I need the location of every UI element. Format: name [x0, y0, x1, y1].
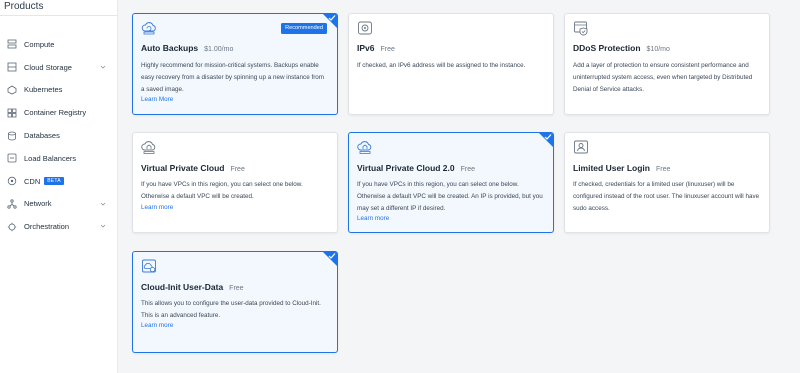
storage-icon [7, 62, 17, 72]
orchestration-icon [7, 222, 17, 232]
beta-badge: BETA [44, 177, 64, 186]
selected-check-icon [539, 133, 553, 147]
ipv6-icon [358, 21, 372, 35]
card-price: $10/mo [646, 46, 670, 53]
card-price: Free [380, 46, 395, 53]
sidebar-item-compute[interactable]: Compute [0, 33, 117, 56]
backup-cloud-icon [141, 22, 156, 35]
card-title: IPv6 Free [357, 43, 395, 53]
card-description: If you have VPCs in this region, you can… [357, 181, 543, 212]
card-title-text: Virtual Private Cloud 2.0 [357, 163, 455, 173]
sidebar-item-load-balancers[interactable]: Load Balancers [0, 147, 117, 170]
card-description: Add a layer of protection to ensure cons… [573, 62, 753, 93]
sidebar-nav: Compute Cloud Storage Kubernetes Contain… [0, 33, 117, 238]
sidebar-item-label: Load Balancers [24, 153, 77, 163]
sidebar-item-container-registry[interactable]: Container Registry [0, 101, 117, 124]
card-price: $1.00/mo [204, 46, 234, 53]
cloud-init-icon [142, 259, 156, 273]
database-icon [7, 131, 17, 141]
card-title-text: Virtual Private Cloud [141, 163, 225, 173]
sidebar-item-databases[interactable]: Databases [0, 124, 117, 147]
feature-card-auto-backups[interactable]: Recommended Auto Backups $1.00/mo Highly … [132, 13, 338, 115]
selected-check-icon [323, 252, 337, 266]
sidebar-item-label: Network [24, 199, 52, 209]
card-description: If checked, credentials for a limited us… [573, 181, 760, 212]
server-icon [7, 39, 17, 49]
vpc-cloud-icon [141, 141, 156, 154]
card-title-text: Auto Backups [141, 43, 199, 53]
recommended-badge: Recommended [281, 23, 327, 34]
feature-card-limited-user-login[interactable]: Limited User Login Free If checked, crede… [564, 132, 770, 233]
card-title-text: Limited User Login [573, 163, 650, 173]
feature-card-ipv6[interactable]: IPv6 Free If checked, an IPv6 address wil… [348, 13, 554, 115]
feature-card-vpc[interactable]: Virtual Private Cloud Free If you have VP… [132, 132, 338, 233]
additional-features-grid: Recommended Auto Backups $1.00/mo Highly … [118, 0, 800, 373]
sidebar: Products Compute Cloud Storage Kubernete… [0, 0, 118, 373]
card-description: If checked, an IPv6 address will be assi… [357, 62, 526, 69]
learn-more-link[interactable]: Learn more [141, 322, 173, 329]
cdn-icon [7, 176, 17, 186]
sidebar-item-network[interactable]: Network [0, 193, 117, 216]
feature-card-ddos-protection[interactable]: DDoS Protection $10/mo Add a layer of pro… [564, 13, 770, 115]
network-icon [7, 199, 17, 209]
registry-icon [7, 108, 17, 118]
sidebar-item-label: CDN [24, 176, 41, 186]
feature-card-cloud-init[interactable]: Cloud-Init User-Data Free This allows you… [132, 251, 338, 353]
sidebar-item-cloud-storage[interactable]: Cloud Storage [0, 56, 117, 79]
chevron-down-icon[interactable] [100, 223, 106, 229]
learn-more-link[interactable]: Learn More [141, 96, 173, 103]
sidebar-item-cdn[interactable]: CDN BETA [0, 170, 117, 193]
chevron-down-icon[interactable] [100, 201, 106, 207]
sidebar-item-label: Cloud Storage [24, 62, 72, 72]
card-title: Virtual Private Cloud Free [141, 163, 245, 173]
learn-more-link[interactable]: Learn more [141, 204, 173, 211]
shield-icon [574, 21, 588, 36]
vpc-cloud-icon [357, 141, 372, 154]
card-title: Virtual Private Cloud 2.0 Free [357, 163, 475, 173]
sidebar-item-label: Kubernetes [24, 85, 63, 95]
sidebar-title: Products [0, 0, 117, 16]
card-description: Highly recommend for mission-critical sy… [141, 62, 325, 93]
card-title: Limited User Login Free [573, 163, 670, 173]
kubernetes-icon [7, 85, 17, 95]
feature-card-vpc-2[interactable]: Virtual Private Cloud 2.0 Free If you hav… [348, 132, 554, 233]
card-price: Free [655, 166, 671, 173]
sidebar-item-kubernetes[interactable]: Kubernetes [0, 79, 117, 102]
load-balancer-icon [7, 153, 17, 163]
sidebar-item-label: Databases [24, 131, 60, 141]
card-title: Auto Backups $1.00/mo [141, 43, 233, 53]
chevron-down-icon[interactable] [100, 64, 106, 70]
card-title: DDoS Protection $10/mo [573, 43, 670, 53]
learn-more-link[interactable]: Learn more [357, 215, 389, 222]
card-description: This allows you to configure the user-da… [141, 300, 321, 319]
user-icon [574, 140, 588, 154]
sidebar-item-label: Container Registry [24, 108, 87, 118]
sidebar-item-orchestration[interactable]: Orchestration [0, 215, 117, 238]
card-title: Cloud-Init User-Data Free [141, 282, 244, 292]
card-price: Free [230, 166, 245, 173]
card-title-text: Cloud-Init User-Data [141, 282, 224, 292]
card-price: Free [460, 166, 476, 173]
card-description: If you have VPCs in this region, you can… [141, 181, 303, 200]
card-title-text: IPv6 [357, 43, 375, 53]
sidebar-item-label: Orchestration [24, 222, 70, 232]
card-price: Free [229, 285, 244, 292]
card-title-text: DDoS Protection [573, 43, 641, 53]
sidebar-item-label: Compute [24, 39, 55, 49]
